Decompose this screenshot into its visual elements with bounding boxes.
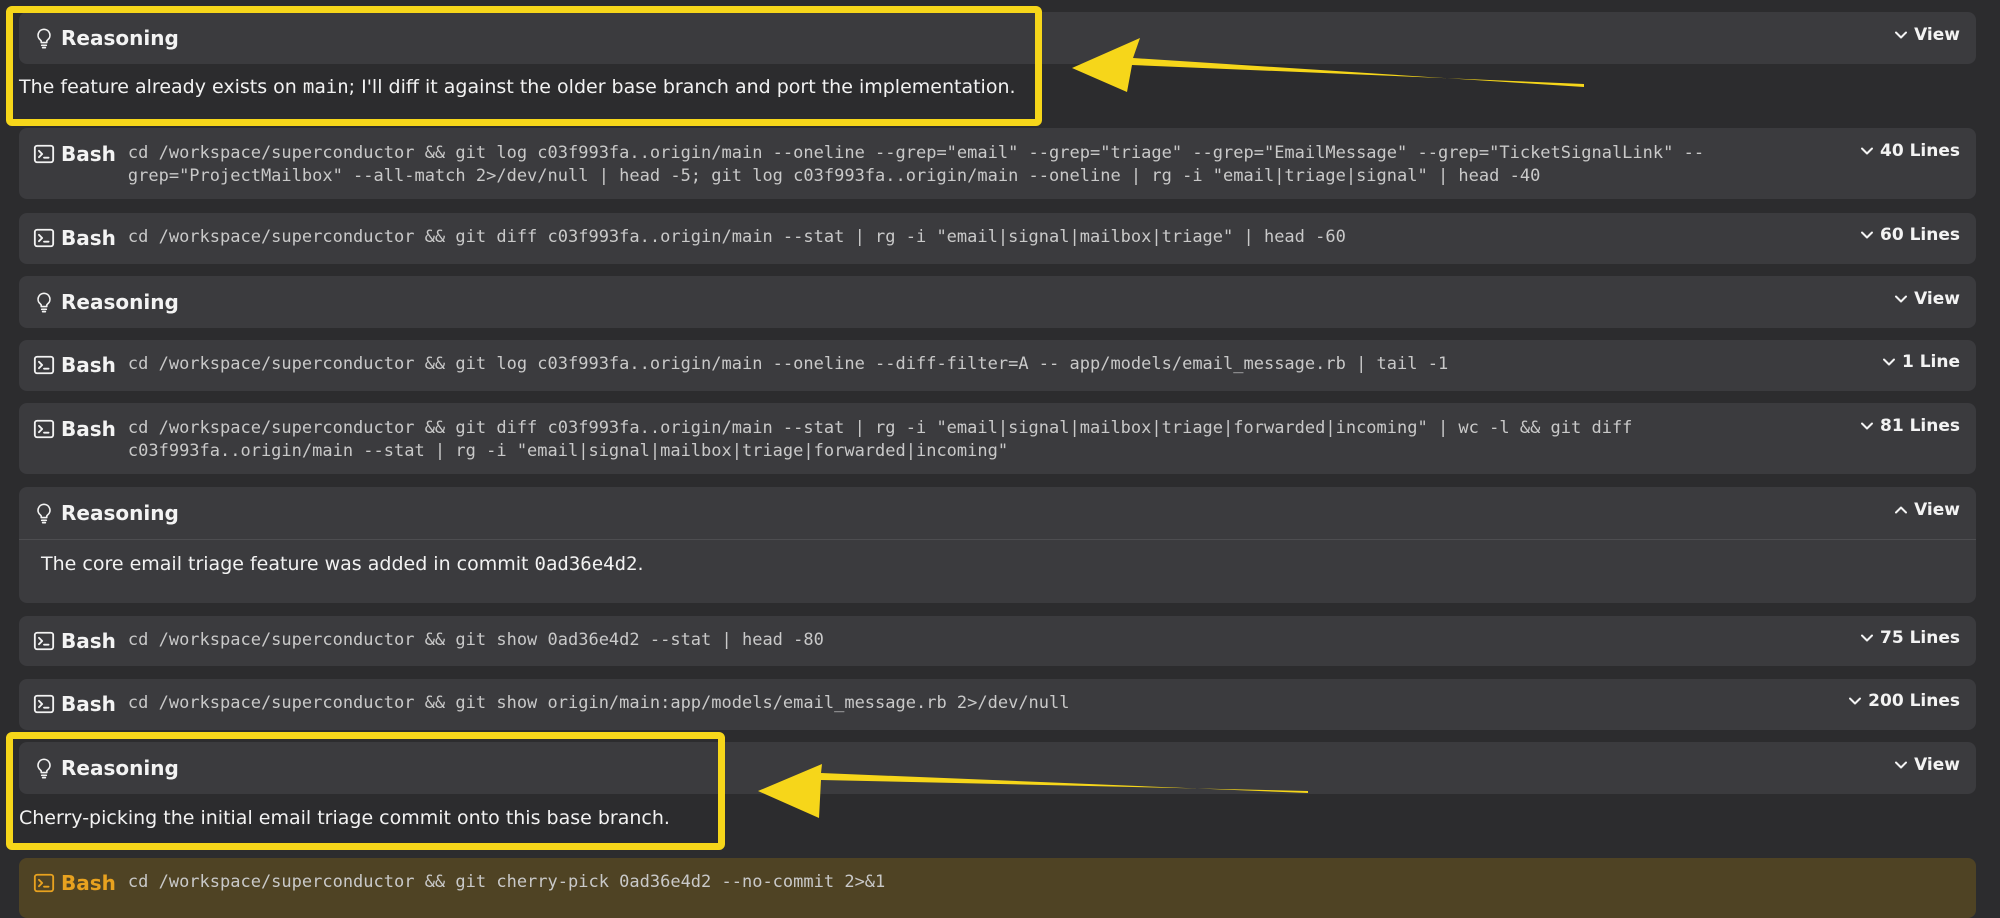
row-label: Bash — [61, 629, 116, 653]
terminal-icon — [33, 227, 55, 249]
bash-row[interactable]: Bash cd /workspace/superconductor && git… — [19, 340, 1976, 391]
bash-command: cd /workspace/superconductor && git show… — [127, 630, 824, 650]
chevron-down-icon — [1894, 758, 1908, 772]
bash-row-active[interactable]: Bash cd /workspace/superconductor && git… — [19, 858, 1976, 918]
bash-command: cd /workspace/superconductor && git show… — [127, 693, 1070, 713]
row-label: Reasoning — [61, 26, 179, 50]
row-label: Bash — [61, 142, 116, 166]
bash-row[interactable]: Bash cd /workspace/superconductor && git… — [19, 616, 1976, 666]
bash-row[interactable]: Bash cd /workspace/superconductor && git… — [19, 679, 1976, 730]
reasoning-row-expanded[interactable]: Reasoning View The core email triage fea… — [19, 487, 1976, 603]
expand-output-button[interactable]: 1 Line — [1882, 352, 1960, 372]
terminal-icon — [33, 143, 55, 165]
expand-output-button[interactable]: 60 Lines — [1860, 225, 1960, 245]
row-label: Reasoning — [61, 290, 179, 314]
bash-command: cd /workspace/superconductor && git diff… — [127, 227, 1346, 247]
row-label: Bash — [61, 692, 116, 716]
chevron-down-icon — [1860, 631, 1874, 645]
row-label: Bash — [61, 417, 116, 441]
view-toggle[interactable]: View — [1894, 289, 1960, 309]
reasoning-text: Cherry-picking the initial email triage … — [19, 807, 670, 829]
row-label: Bash — [61, 353, 116, 377]
chevron-up-icon — [1894, 503, 1908, 517]
lightbulb-icon — [33, 27, 55, 49]
lightbulb-icon — [33, 291, 55, 313]
bash-command: cd /workspace/superconductor && git diff… — [127, 418, 1633, 461]
reasoning-row[interactable]: Reasoning View — [19, 12, 1976, 64]
chevron-down-icon — [1860, 419, 1874, 433]
expand-output-button[interactable]: 75 Lines — [1860, 628, 1960, 648]
bash-command: cd /workspace/superconductor && git log … — [127, 354, 1449, 374]
view-toggle[interactable]: View — [1894, 755, 1960, 775]
reasoning-row[interactable]: Reasoning View — [19, 276, 1976, 328]
lightbulb-icon — [33, 757, 55, 779]
chevron-down-icon — [1894, 28, 1908, 42]
view-toggle[interactable]: View — [1894, 500, 1960, 520]
expand-output-button[interactable]: 81 Lines — [1860, 416, 1960, 436]
row-label: Bash — [61, 226, 116, 250]
row-label: Reasoning — [61, 756, 179, 780]
chevron-down-icon — [1860, 144, 1874, 158]
bash-row[interactable]: Bash cd /workspace/superconductor && git… — [19, 403, 1976, 474]
terminal-icon — [33, 630, 55, 652]
bash-command: cd /workspace/superconductor && git log … — [127, 143, 1705, 186]
bash-command: cd /workspace/superconductor && git cher… — [127, 872, 886, 892]
terminal-icon — [33, 418, 55, 440]
bash-row[interactable]: Bash cd /workspace/superconductor && git… — [19, 128, 1976, 199]
expand-output-button[interactable]: 40 Lines — [1860, 141, 1960, 161]
chevron-down-icon — [1860, 228, 1874, 242]
terminal-icon — [33, 354, 55, 376]
terminal-icon — [33, 693, 55, 715]
row-label: Reasoning — [61, 501, 179, 525]
bash-row[interactable]: Bash cd /workspace/superconductor && git… — [19, 213, 1976, 264]
lightbulb-icon — [33, 502, 55, 524]
chevron-down-icon — [1882, 355, 1896, 369]
row-label: Bash — [61, 871, 116, 895]
reasoning-expanded-text: The core email triage feature was added … — [41, 553, 644, 575]
terminal-icon — [33, 872, 55, 894]
expand-output-button[interactable]: 200 Lines — [1848, 691, 1960, 711]
chevron-down-icon — [1848, 694, 1862, 708]
chevron-down-icon — [1894, 292, 1908, 306]
view-toggle[interactable]: View — [1894, 25, 1960, 45]
divider — [19, 539, 1976, 540]
reasoning-text: The feature already exists on main; I'll… — [19, 76, 1016, 98]
reasoning-row[interactable]: Reasoning View — [19, 742, 1976, 794]
